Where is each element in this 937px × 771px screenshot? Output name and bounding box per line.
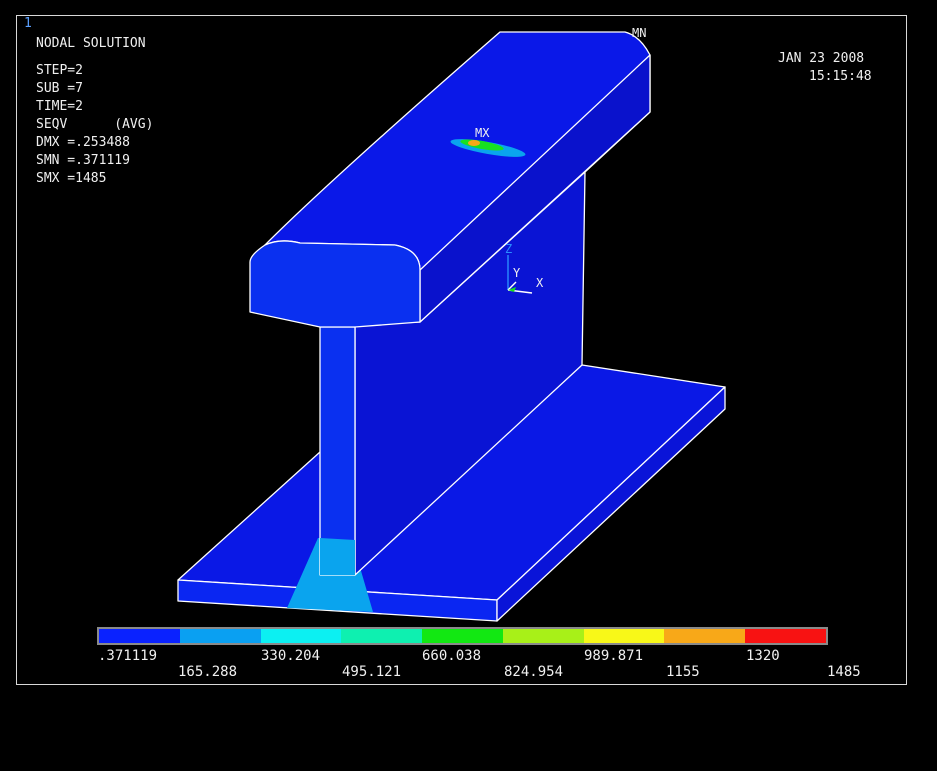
max-stress-peak: [468, 140, 480, 146]
triad-x-label: X: [536, 276, 544, 290]
web-front-face: [319, 326, 356, 576]
legend-swatch-3: [260, 629, 342, 643]
legend-swatch-4: [341, 629, 423, 643]
legend-label-10: 1485: [827, 664, 861, 680]
legend-label-9: 1320: [746, 648, 780, 664]
max-marker: MX: [475, 126, 490, 140]
legend-label-3: 330.204: [261, 648, 321, 664]
legend-swatch-6: [502, 629, 584, 643]
legend-label-2: 165.288: [178, 664, 238, 680]
triad-z-label: Z: [505, 242, 512, 256]
head-front-face: [249, 240, 421, 328]
legend-swatch-2: [179, 629, 261, 643]
legend-swatch-8: [664, 629, 746, 643]
legend-label-6: 824.954: [504, 664, 564, 680]
legend-label-7: 989.871: [584, 648, 644, 664]
triad-y-label: Y: [513, 266, 521, 280]
legend-label-5: 660.038: [422, 648, 482, 664]
contour-legend-bar: [97, 627, 828, 645]
legend-label-8: 1155: [666, 664, 700, 680]
legend-label-1: .371119: [98, 648, 158, 664]
legend-swatch-1: [99, 629, 180, 643]
legend-label-4: 495.121: [342, 664, 402, 680]
min-marker: MN: [632, 26, 646, 40]
web-stress-region: [320, 538, 355, 575]
legend-swatch-7: [583, 629, 665, 643]
legend-swatch-5: [422, 629, 503, 643]
legend-swatch-9: [745, 629, 827, 643]
